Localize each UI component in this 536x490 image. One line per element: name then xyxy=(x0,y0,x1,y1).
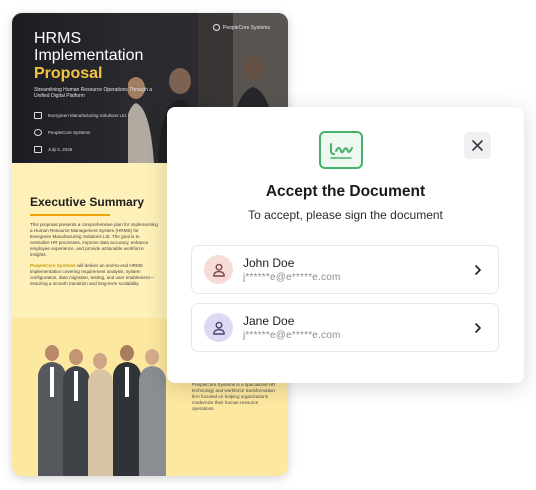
stage: PeopleCore Systems HRMS Implementation P… xyxy=(0,0,536,490)
signer-name: John Doe xyxy=(243,256,295,270)
cover-brand-name: PeopleCore Systems xyxy=(223,24,270,31)
cover-client-text: Evergreen Manufacturing Solutions Ltd. xyxy=(48,113,128,118)
modal-title: Accept the Document xyxy=(265,183,426,200)
monitor-icon xyxy=(34,112,42,119)
calendar-icon xyxy=(34,146,42,153)
close-button[interactable] xyxy=(464,132,491,159)
signature-icon xyxy=(319,131,363,169)
cover-title-line2: Implementation xyxy=(34,47,144,64)
signer-info: John Doe j******e@e*****e.com xyxy=(243,256,341,283)
cover-vendor-text: PeopleCore Systems xyxy=(48,130,91,135)
modal-subtitle: To accept, please sign the document xyxy=(248,208,443,222)
signer-email: j******e@e*****e.com xyxy=(243,330,341,341)
user-icon xyxy=(212,263,225,277)
chevron-right-icon xyxy=(475,323,481,333)
close-icon xyxy=(472,140,483,151)
chevron-right-icon xyxy=(475,265,481,275)
cover-subtitle: Streamlining Human Resource Operations T… xyxy=(34,87,153,99)
summary-heading: Executive Summary xyxy=(30,195,145,209)
summary-paragraph-2: PeopleCore Systems will deliver an end-t… xyxy=(30,263,160,287)
cover-title-line1: HRMS xyxy=(34,30,82,47)
brand-logo-icon xyxy=(213,24,220,31)
signer-item-jane-doe[interactable]: Jane Doe j******e@e*****e.com xyxy=(191,303,499,352)
cover-date-text: July 6, 2025 xyxy=(48,147,73,152)
cover-title-line3: Proposal xyxy=(34,65,103,82)
avatar xyxy=(204,313,233,342)
signer-name: Jane Doe xyxy=(243,314,295,328)
summary-divider xyxy=(30,214,110,216)
user-icon xyxy=(212,321,225,335)
cover-vendor: PeopleCore Systems xyxy=(34,129,90,136)
cover-date: July 6, 2025 xyxy=(34,146,72,153)
executive-summary: Executive Summary This proposal presents… xyxy=(30,195,160,292)
cover-title: HRMS Implementation xyxy=(34,30,143,64)
signer-info: Jane Doe j******e@e*****e.com xyxy=(243,314,341,341)
cover-client: Evergreen Manufacturing Solutions Ltd. xyxy=(34,112,127,119)
about-text: PeopleCore Systems is a specialized HR t… xyxy=(192,382,276,411)
avatar xyxy=(204,255,233,284)
signer-item-john-doe[interactable]: John Doe j******e@e*****e.com xyxy=(191,245,499,294)
summary-paragraph-1: This proposal presents a comprehensive p… xyxy=(30,222,158,257)
signer-email: j******e@e*****e.com xyxy=(243,272,341,283)
accept-document-modal: Accept the Document To accept, please si… xyxy=(167,107,524,383)
cover-brand: PeopleCore Systems xyxy=(213,24,270,31)
summary-highlight: PeopleCore Systems xyxy=(30,263,76,268)
user-icon xyxy=(34,129,42,136)
